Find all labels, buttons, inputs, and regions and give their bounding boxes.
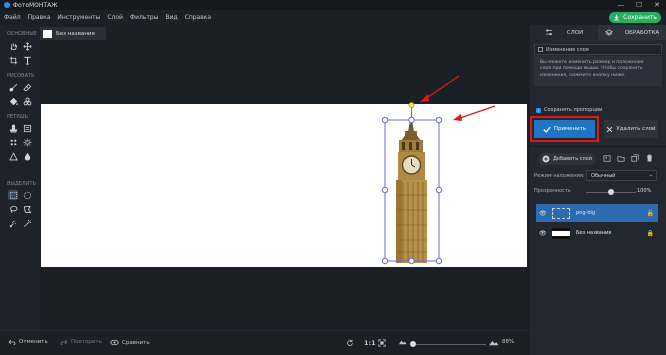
apply-button[interactable]: Применить — [534, 120, 595, 138]
annotation-arrows — [420, 75, 496, 121]
add-layer-button[interactable]: Добавить слой — [538, 153, 596, 165]
eye-icon — [110, 339, 119, 346]
duplicate-icon[interactable] — [631, 153, 639, 163]
trash-icon[interactable] — [645, 153, 653, 163]
tab-layers-label: СЛОИ — [566, 29, 584, 36]
zoom-out-icon[interactable] — [398, 339, 407, 345]
resize-handle[interactable] — [381, 116, 389, 124]
folder-icon[interactable] — [617, 153, 625, 163]
layer-actions — [603, 153, 653, 163]
chevron-down-icon: ⌄ — [648, 172, 653, 178]
unlock-icon[interactable]: 🔓 — [647, 210, 654, 217]
resize-handle[interactable] — [381, 257, 389, 265]
sliders-icon — [545, 29, 552, 36]
resize-handle[interactable] — [435, 116, 443, 124]
blend-mode-value: Обычный — [591, 172, 616, 179]
layer-edit-icon — [538, 47, 543, 52]
zoom-in-icon[interactable] — [488, 339, 499, 346]
compare-button[interactable]: Сравнить — [110, 339, 150, 346]
panel-divider — [530, 146, 666, 147]
lock-icon[interactable]: 🔒 — [647, 230, 654, 237]
undo-button[interactable]: Отменить — [8, 339, 48, 345]
opacity-value: 100% — [637, 188, 652, 194]
redo-label: Повторить — [71, 339, 102, 345]
big-ben-layer-image[interactable] — [396, 115, 427, 263]
opacity-label: Прозрачность — [534, 188, 571, 194]
blend-mode-select[interactable]: Обычный ⌄ — [586, 170, 657, 181]
zoom-level: 88% — [502, 339, 515, 345]
zoom-slider-knob[interactable] — [410, 341, 416, 347]
image-layer-icon[interactable] — [603, 153, 611, 163]
plus-circle-icon — [542, 155, 550, 163]
add-layer-label: Добавить слой — [552, 156, 592, 162]
compare-label: Сравнить — [122, 339, 150, 346]
eye-icon[interactable]: 👁 — [539, 230, 549, 237]
bottom-bar: Отменить Повторить Сравнить 1:1 88% — [0, 330, 530, 355]
rotate-icon — [347, 339, 353, 346]
resize-handle[interactable] — [408, 116, 415, 124]
delete-layer-label: Удалить слой — [616, 126, 656, 132]
resize-handle[interactable] — [435, 257, 443, 265]
rotate-handle[interactable] — [408, 102, 415, 108]
resize-handle[interactable] — [435, 186, 443, 194]
layer-edit-title: Изменение слоя — [546, 46, 589, 53]
undo-icon — [8, 339, 16, 345]
close-icon — [607, 126, 613, 132]
blend-mode-label: Режим наложения: — [534, 173, 585, 179]
keep-ratio-checkbox[interactable]: ✓ Сохранять пропорции — [536, 107, 602, 113]
fit-screen-icon — [378, 339, 386, 347]
checkmark-icon: ✓ — [536, 107, 541, 113]
tab-processing[interactable]: ОБРАБОТКА — [598, 25, 666, 40]
zoom-slider[interactable] — [410, 341, 486, 347]
layer-thumbnail — [552, 207, 570, 219]
layer-edit-hint: Вы можете изменить размер и положение сл… — [534, 56, 662, 86]
layer-edit-header: Изменение слоя — [534, 44, 662, 55]
apply-label: Применить — [553, 126, 587, 132]
opacity-slider-knob[interactable] — [608, 189, 614, 195]
keep-ratio-label: Сохранять пропорции — [544, 107, 603, 113]
rotate-view-button[interactable] — [346, 339, 354, 347]
layer-row-untitled[interactable]: 👁 Без названия 🔒 — [536, 224, 658, 242]
layer-thumbnail — [552, 227, 570, 239]
check-icon — [543, 126, 551, 133]
eye-icon[interactable]: 👁 — [539, 210, 549, 217]
delete-layer-button[interactable]: Удалить слой — [604, 120, 658, 138]
resize-handle[interactable] — [408, 257, 415, 265]
redo-icon — [60, 339, 68, 345]
layer-name: Без названия — [576, 230, 612, 236]
redo-button[interactable]: Повторить — [60, 339, 102, 345]
undo-label: Отменить — [19, 339, 48, 345]
actual-size-button[interactable]: 1:1 — [364, 339, 376, 347]
layer-name: png-big — [576, 210, 596, 216]
layers-icon — [605, 29, 613, 36]
resize-handle[interactable] — [381, 186, 389, 194]
fit-screen-button[interactable] — [378, 339, 386, 347]
tab-processing-label: ОБРАБОТКА — [624, 29, 660, 36]
app-window: ФотоМОНТАЖ — ☐ ✕ Файл Правка Инструменты… — [0, 0, 666, 355]
layer-row-png-big[interactable]: 👁 png-big 🔓 — [536, 204, 658, 222]
tab-layers[interactable]: СЛОИ — [530, 25, 598, 40]
